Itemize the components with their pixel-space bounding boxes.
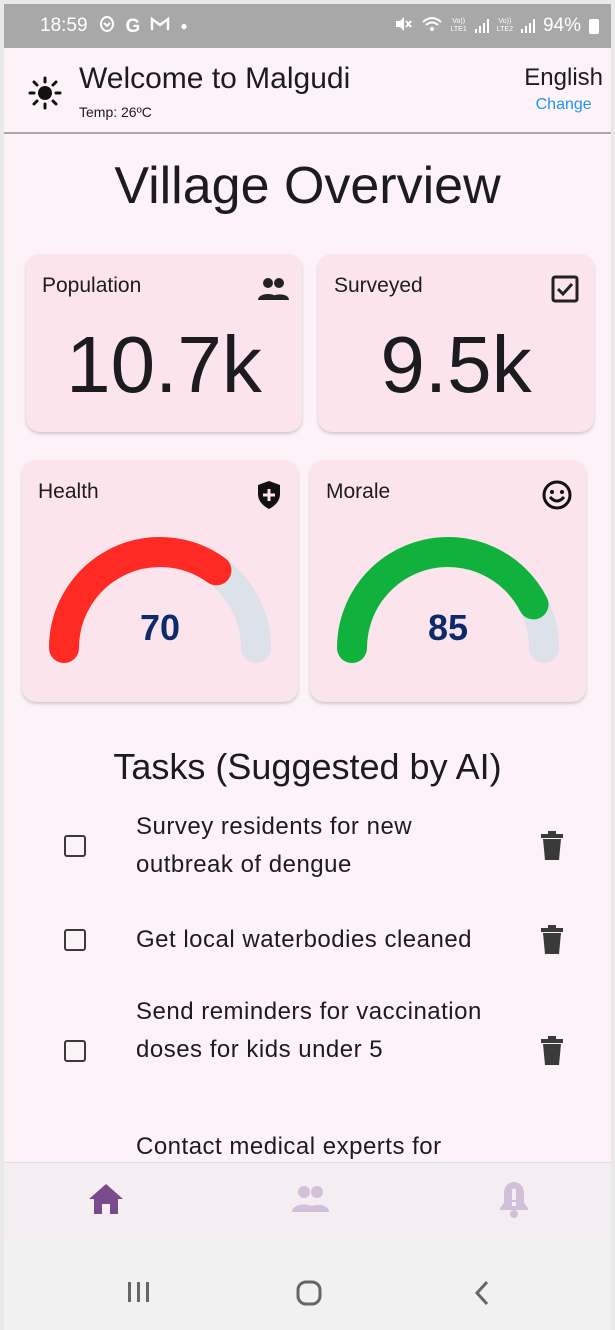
- morale-gauge-value: 85: [428, 607, 468, 648]
- signal-icon: [474, 19, 489, 33]
- health-label: Health: [38, 480, 99, 503]
- population-value: 10.7k: [66, 320, 262, 409]
- people-icon[interactable]: [290, 1179, 330, 1219]
- gmail-icon: [150, 16, 170, 36]
- morale-gauge: 85: [337, 537, 559, 663]
- task-text: Contact medical experts for: [136, 1133, 442, 1160]
- people-icon: [258, 278, 289, 300]
- surveyed-value: 9.5k: [380, 320, 532, 409]
- sun-icon: [28, 76, 62, 110]
- morale-label: Morale: [326, 480, 391, 503]
- battery-percent: 94%: [542, 15, 581, 36]
- trash-icon[interactable]: [538, 1036, 566, 1066]
- health-gauge-value: 70: [140, 607, 180, 648]
- task-text: Survey residents for new outbreak of den…: [136, 813, 413, 878]
- task-checkbox[interactable]: [64, 929, 86, 951]
- google-icon: G: [125, 15, 141, 37]
- bottom-nav: [4, 1162, 611, 1243]
- dot-icon: ●: [180, 19, 188, 33]
- battery-icon: [589, 18, 599, 34]
- health-gauge: 70: [49, 537, 271, 663]
- notification-icon: [98, 15, 116, 37]
- task-checkbox[interactable]: [64, 1040, 86, 1062]
- surveyed-label: Surveyed: [334, 274, 423, 297]
- bell-alert-icon[interactable]: [494, 1179, 534, 1219]
- surveyed-card: Surveyed 9.5k: [318, 254, 594, 432]
- trash-icon[interactable]: [538, 925, 566, 955]
- task-checkbox[interactable]: [64, 835, 86, 857]
- change-language-link[interactable]: Change: [524, 96, 603, 114]
- health-card: Health 70: [22, 460, 298, 702]
- tasks-title: Tasks (Suggested by AI): [113, 746, 502, 787]
- status-time: 18:59: [40, 15, 88, 36]
- temperature-label: Temp: 26ºC: [79, 104, 152, 120]
- signal-icon: [520, 19, 535, 33]
- wifi-icon: [421, 15, 443, 37]
- language-selector: English Change: [524, 64, 603, 114]
- page-title: Village Overview: [114, 157, 501, 215]
- task-item: Contact medical experts for: [4, 1128, 611, 1162]
- task-item: Send reminders for vaccination doses for…: [4, 992, 611, 1112]
- language-name: English: [524, 64, 603, 91]
- task-text: Send reminders for vaccination doses for…: [136, 998, 482, 1063]
- app-screen: Welcome to Malgudi Temp: 26ºC English Ch…: [4, 48, 611, 1162]
- home-icon[interactable]: [86, 1179, 126, 1219]
- system-nav-bar: [4, 1242, 611, 1330]
- back-icon[interactable]: [472, 1280, 492, 1306]
- mute-icon: [393, 15, 413, 37]
- task-item: Get local waterbodies cleaned: [4, 918, 611, 962]
- recent-apps-icon[interactable]: [126, 1280, 152, 1304]
- trash-icon[interactable]: [538, 831, 566, 861]
- task-text: Get local waterbodies cleaned: [136, 926, 473, 953]
- home-button-icon[interactable]: [296, 1280, 322, 1306]
- sim1-label: Vo)) LTE1: [450, 18, 467, 33]
- morale-card: Morale 85: [310, 460, 586, 702]
- smiley-icon: [542, 480, 572, 510]
- task-item: Survey residents for new outbreak of den…: [4, 806, 611, 886]
- sim2-label: Vo)) LTE2: [496, 18, 513, 33]
- checkbox-checked-icon: [551, 275, 579, 303]
- welcome-title: Welcome to Malgudi: [79, 62, 351, 95]
- status-bar: 18:59 G ● Vo)) LTE1 Vo)) LTE2 94%: [4, 4, 611, 48]
- population-card: Population 10.7k: [26, 254, 302, 432]
- app-header: Welcome to Malgudi Temp: 26ºC English Ch…: [4, 48, 611, 134]
- population-label: Population: [42, 274, 142, 297]
- shield-plus-icon: [258, 481, 280, 509]
